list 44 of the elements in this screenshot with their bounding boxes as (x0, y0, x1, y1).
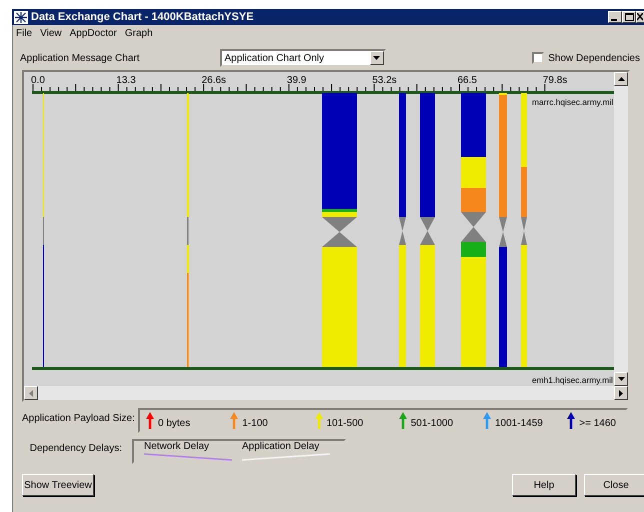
axis-label: 26.6s (202, 75, 226, 86)
maximize-button[interactable] (622, 11, 636, 23)
treeview-button[interactable]: Show Treeview (22, 474, 94, 496)
right-arrow-icon (619, 390, 623, 396)
legend-item-label: >= 1460 (579, 418, 616, 429)
axis-label: 79.8s (542, 75, 568, 86)
up-arrow-icon (618, 77, 624, 81)
axis-label: 0.0 (31, 75, 45, 86)
horizontal-scrollbar[interactable] (24, 386, 628, 400)
minimize-button[interactable] (608, 11, 622, 23)
menu-item[interactable]: Graph (124, 26, 153, 40)
legend-label: Dependency Delays: (28, 442, 122, 456)
menu-item[interactable]: AppDoctor (70, 26, 117, 40)
close-button[interactable]: Close (584, 474, 644, 496)
legend-item-label: Network Delay (144, 441, 210, 453)
axis-label: 53.2s (372, 75, 397, 86)
legend-item-label: Application Delay (242, 441, 320, 453)
down-arrow-icon (618, 377, 624, 381)
menu-item[interactable]: File (16, 26, 32, 40)
legend-item-label: 1001-1459 (495, 418, 543, 429)
help-button[interactable]: Help (512, 474, 576, 496)
host-label: marrc.hqisec.army.mil (532, 97, 614, 107)
axis-label: 39.9 (286, 75, 306, 86)
axis-label: 66.5 (458, 75, 477, 86)
axis-label: 13.3 (116, 75, 136, 86)
maximize-icon (624, 13, 634, 21)
legend-label: Application Payload Size: (22, 412, 136, 426)
menu-item[interactable]: View (40, 26, 62, 40)
host-label: emh1.hqisec.army.mil (532, 375, 613, 385)
chart-label: Application Message Chart (20, 52, 140, 66)
app-icon (14, 10, 28, 24)
vertical-scrollbar[interactable] (614, 72, 628, 386)
close-icon (637, 13, 643, 21)
window-title: Data Exchange Chart - 1400KBattachYSYE (31, 10, 255, 25)
dropdown-arrow-icon (373, 56, 380, 60)
legend-item-label: 0 bytes (158, 418, 190, 429)
legend-item-label: 501-1000 (410, 418, 454, 429)
legend-item-label: 1-100 (242, 418, 268, 429)
legend-item-label: 101-500 (326, 418, 364, 429)
show-dependencies-checkbox[interactable] (532, 52, 544, 64)
checkbox-label: Show Dependencies (548, 52, 640, 66)
close-button[interactable] (636, 11, 644, 23)
view-dropdown[interactable]: Application Chart Only (220, 49, 386, 67)
left-arrow-icon (29, 390, 33, 396)
